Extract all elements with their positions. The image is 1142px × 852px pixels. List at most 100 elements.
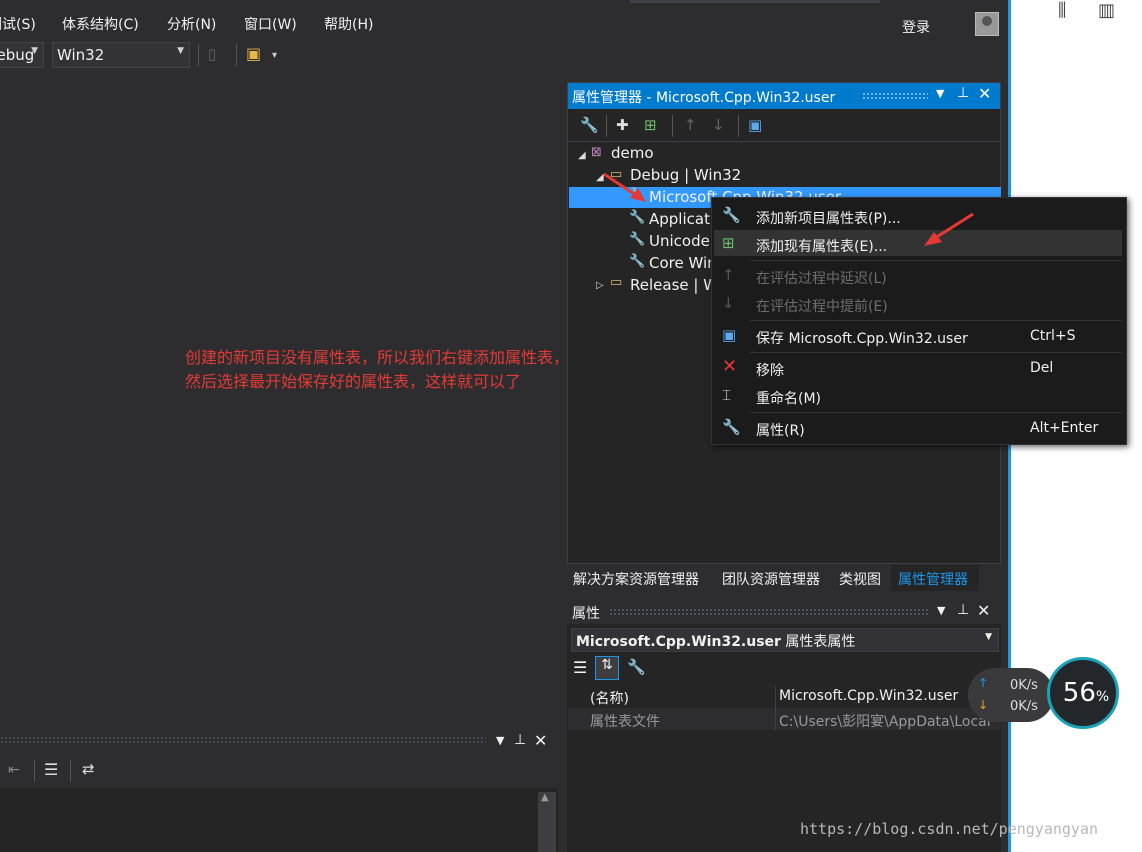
menu-item-rename[interactable]: 重命名(M)	[756, 388, 821, 408]
property-pages-icon[interactable]: 🔧	[627, 658, 646, 676]
save-icon: ▣	[722, 326, 737, 344]
toolbar-separator	[198, 44, 199, 66]
collapse-triangle-icon[interactable]: ▷	[596, 280, 604, 291]
close-icon[interactable]: ✕	[978, 84, 991, 103]
toolbar-separator	[70, 760, 71, 782]
wrench-icon: 🔧	[629, 232, 646, 247]
tab-solution-explorer[interactable]: 解决方案资源管理器	[573, 569, 699, 589]
title-grip[interactable]	[862, 92, 928, 100]
object-selector[interactable]: Microsoft.Cpp.Win32.user 属性表属性 ▼	[571, 628, 999, 652]
menu-test[interactable]: 测试(S)	[0, 14, 36, 34]
annotation-arrow	[603, 172, 646, 202]
toolbar-separator	[34, 760, 35, 782]
menu-bar	[0, 0, 1010, 46]
wrench-icon: 🔧	[629, 254, 646, 269]
config-combo-value: Debug	[0, 46, 35, 64]
memory-gauge[interactable]: 56%	[1047, 657, 1119, 729]
download-arrow-icon: ↓	[978, 698, 989, 712]
upload-arrow-icon: ↑	[978, 676, 989, 690]
add-existing-sheet-icon[interactable]: ⊞	[644, 116, 657, 134]
menu-item-add-existing-sheet[interactable]: 添加现有属性表(E)...	[756, 236, 887, 256]
reader-icon[interactable]: ▥	[1098, 0, 1115, 21]
login-link[interactable]: 登录	[902, 17, 930, 37]
menu-item-properties[interactable]: 属性(R)	[756, 420, 805, 440]
upload-speed: 0K/s	[1010, 678, 1038, 693]
wrench-icon: 🔧	[722, 418, 741, 436]
close-icon[interactable]: ✕	[977, 601, 990, 620]
tree-node-project[interactable]: demo	[611, 144, 654, 162]
folder-icon: ▭	[610, 275, 623, 290]
attach-icon[interactable]: ▯	[208, 45, 216, 63]
clear-all-icon[interactable]: ☰	[44, 760, 58, 779]
remove-icon: ✕	[722, 356, 738, 377]
property-value: Microsoft.Cpp.Win32.user	[779, 688, 959, 704]
menu-item-add-new-sheet[interactable]: 添加新项目属性表(P)...	[756, 208, 901, 228]
table-row[interactable]: 属性表文件 C:\Users\彭阳宴\AppData\Local	[568, 708, 1000, 730]
menu-item-save[interactable]: 保存 Microsoft.Cpp.Win32.user	[756, 328, 968, 348]
avatar[interactable]	[975, 12, 999, 36]
alphabetical-icon[interactable]: ⇅	[595, 656, 619, 680]
arrow-down-icon: ↓	[722, 294, 735, 312]
chevron-down-icon[interactable]: ▼	[936, 87, 944, 100]
add-existing-sheet-icon: ⊞	[722, 234, 735, 252]
categorized-icon[interactable]: ☰	[573, 658, 587, 677]
menu-analyze[interactable]: 分析(N)	[167, 14, 216, 34]
toolbar-separator	[738, 115, 739, 137]
properties-title: 属性	[572, 606, 600, 622]
tab-class-view[interactable]: 类视图	[839, 569, 881, 589]
shortcut-save: Ctrl+S	[1030, 328, 1076, 344]
property-manager-title: 属性管理器 - Microsoft.Cpp.Win32.user	[572, 90, 836, 106]
chevron-down-icon: ▼	[985, 632, 992, 642]
arrow-up-icon: ↑	[722, 266, 735, 284]
scroll-up-icon[interactable]: ▲	[541, 792, 549, 803]
menu-help[interactable]: 帮助(H)	[324, 14, 373, 34]
project-icon: ⊠	[591, 145, 602, 160]
chevron-down-icon[interactable]: ▼	[937, 604, 945, 617]
save-icon[interactable]: ▣	[748, 116, 762, 134]
menu-item-move-up[interactable]: 在评估过程中延迟(L)	[756, 268, 887, 288]
property-name: 属性表文件	[590, 714, 660, 730]
pin-icon[interactable]: ⊥	[514, 732, 526, 748]
tab-team-explorer[interactable]: 团队资源管理器	[722, 569, 820, 589]
tab-property-manager[interactable]: 属性管理器	[898, 569, 968, 589]
config-combo[interactable]: Debug ▼	[0, 42, 44, 68]
title-grip[interactable]	[0, 736, 486, 744]
pin-icon[interactable]: ⊥	[957, 85, 969, 101]
title-grip[interactable]	[609, 608, 929, 616]
toolbar-overflow-icon[interactable]: ▾	[272, 50, 277, 61]
wrench-icon[interactable]: 🔧	[580, 116, 599, 134]
library-icon[interactable]: ⫼	[1058, 0, 1066, 21]
net-speed-widget[interactable]: ↑ 0K/s ↓ 0K/s	[968, 668, 1054, 722]
menu-item-remove[interactable]: 移除	[756, 360, 784, 380]
toolbar-separator	[236, 44, 237, 66]
arrow-down-icon[interactable]: ↓	[712, 116, 725, 134]
find-in-files-icon[interactable]: ▣	[246, 44, 261, 63]
word-wrap-icon[interactable]: ⇄	[82, 760, 95, 778]
menu-window[interactable]: 窗口(W)	[244, 14, 297, 34]
platform-combo-value: Win32	[57, 46, 105, 64]
chevron-down-icon[interactable]: ▼	[496, 734, 504, 747]
close-icon[interactable]: ✕	[534, 731, 547, 750]
object-type: 属性表属性	[785, 634, 856, 650]
toolbar-separator	[606, 115, 607, 137]
annotation-text: 创建的新项目没有属性表，所以我们右键添加属性表，	[185, 348, 570, 367]
platform-combo[interactable]: Win32 ▼	[52, 42, 190, 68]
menu-item-move-down[interactable]: 在评估过程中提前(E)	[756, 296, 888, 316]
expand-triangle-icon[interactable]: ◢	[578, 150, 586, 161]
search-box-edge[interactable]	[630, 0, 880, 3]
add-new-sheet-icon[interactable]: ✚	[616, 116, 629, 134]
toolbar-separator	[672, 115, 673, 137]
shortcut-properties: Alt+Enter	[1030, 420, 1099, 436]
table-row[interactable]: (名称) Microsoft.Cpp.Win32.user	[568, 686, 1000, 708]
annotation-text: 然后选择最开始保存好的属性表，这样就可以了	[185, 372, 522, 391]
menu-separator	[750, 320, 1122, 321]
indent-icon[interactable]: ⇤	[8, 762, 20, 778]
menu-separator	[750, 260, 1122, 261]
arrow-up-icon[interactable]: ↑	[684, 116, 697, 134]
menu-architecture[interactable]: 体系结构(C)	[62, 14, 139, 34]
watermark: https://blog.csdn.net/pengyangyan	[800, 820, 1099, 838]
pin-icon[interactable]: ⊥	[957, 602, 969, 618]
property-value: C:\Users\彭阳宴\AppData\Local	[779, 714, 991, 730]
shortcut-remove: Del	[1030, 360, 1054, 376]
wrench-icon: 🔧	[629, 210, 646, 225]
